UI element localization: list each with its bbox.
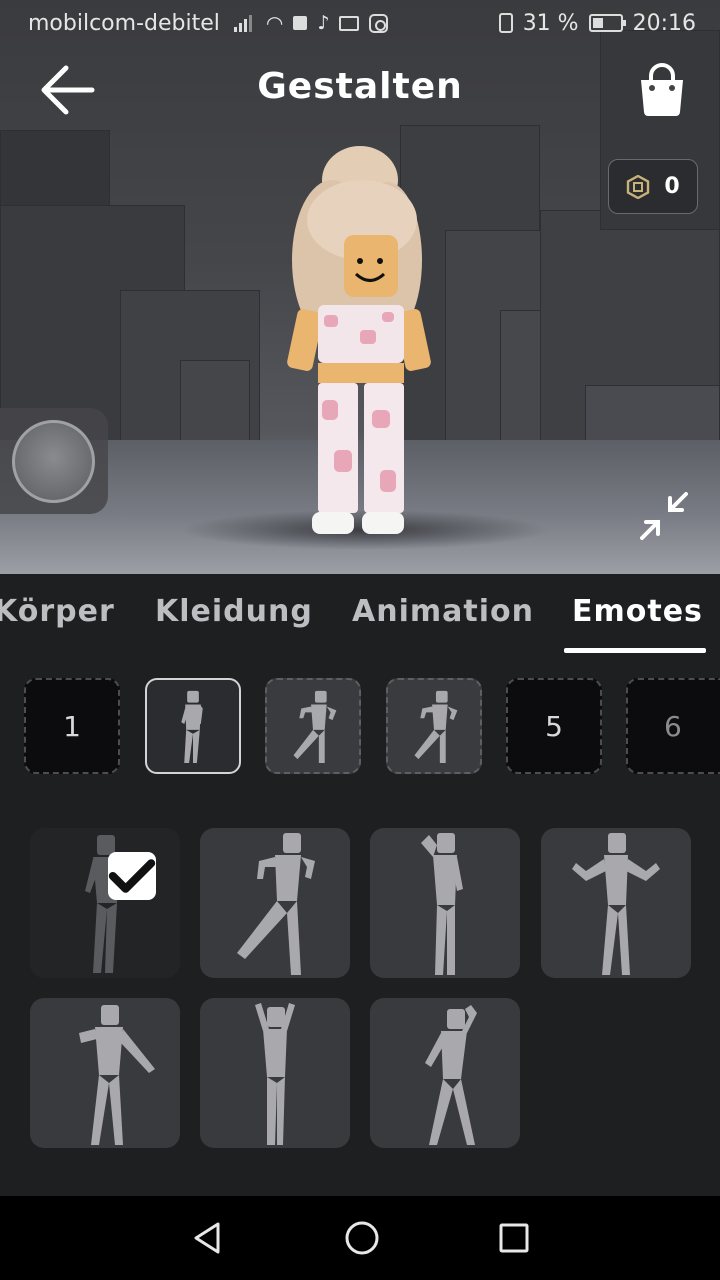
emote-dance-figure-icon (293, 690, 337, 764)
clock: 20:16 (632, 10, 696, 36)
robux-icon (627, 174, 650, 199)
wifi-icon: ◠ (265, 11, 284, 35)
slot-number: 6 (664, 709, 682, 743)
tab-emotes[interactable]: Emotes (572, 594, 703, 629)
emote-dance-kick-figure-icon (237, 833, 315, 975)
robux-amount: 0 (664, 174, 680, 199)
shopping-bag-icon[interactable] (636, 62, 688, 118)
battery-icon (588, 14, 626, 32)
emote-tile-shrug[interactable] (541, 828, 691, 978)
equipped-check-icon (108, 852, 156, 900)
android-nav-bar (0, 1196, 720, 1280)
slot-number: 1 (63, 709, 81, 743)
tab-animation[interactable]: Animation (352, 594, 534, 629)
robux-balance[interactable]: 0 (608, 159, 698, 214)
signal-icon (233, 14, 256, 32)
emote-dance-figure-icon (414, 690, 458, 764)
tiktok-icon: ♪ (317, 12, 330, 34)
emote-tile-salute[interactable] (370, 828, 520, 978)
joystick-knob[interactable] (12, 420, 95, 503)
tab-koerper[interactable]: Körper (0, 594, 115, 629)
emote-hands-up-figure-icon (255, 1003, 295, 1145)
instagram-icon (369, 13, 389, 33)
category-tabs: Körper Kleidung Animation Emotes (0, 574, 720, 656)
battery-percent: 31 % (522, 10, 579, 36)
notification-icon (293, 16, 308, 30)
emote-tile-dance[interactable] (200, 828, 350, 978)
emote-tile-point[interactable] (30, 998, 180, 1148)
camera-joystick[interactable] (0, 408, 108, 514)
emote-idle-figure-icon (181, 690, 203, 764)
recents-square-icon[interactable] (492, 1216, 536, 1260)
home-circle-icon[interactable] (340, 1216, 384, 1260)
emote-salute-figure-icon (421, 833, 463, 975)
emote-slot-6[interactable]: 6 (626, 678, 720, 774)
emote-slot-1[interactable]: 1 (24, 678, 120, 774)
active-tab-indicator (564, 648, 706, 653)
back-triangle-icon[interactable] (186, 1216, 230, 1260)
slot-number: 5 (545, 709, 563, 743)
screen-icon (339, 15, 360, 31)
emote-wave-figure-icon (425, 1005, 477, 1145)
emote-slot-4[interactable] (386, 678, 482, 774)
collapse-view-icon[interactable] (636, 488, 692, 544)
emote-tile-idle[interactable] (30, 828, 180, 978)
page-title: Gestalten (257, 66, 463, 107)
emote-slot-2[interactable] (145, 678, 241, 774)
emote-point-figure-icon (79, 1005, 155, 1145)
vibrate-icon (498, 13, 513, 33)
emote-slot-3[interactable] (265, 678, 361, 774)
emote-tile-hands-up[interactable] (200, 998, 350, 1148)
emote-tile-wave[interactable] (370, 998, 520, 1148)
avatar-figure[interactable] (262, 140, 452, 540)
status-bar: mobilcom-debitel ◠ ♪ 31 % 20:16 (0, 0, 720, 46)
emote-slot-5[interactable]: 5 (506, 678, 602, 774)
emote-shrug-figure-icon (572, 833, 660, 975)
tab-kleidung[interactable]: Kleidung (155, 594, 313, 629)
carrier-name: mobilcom-debitel (28, 10, 220, 36)
